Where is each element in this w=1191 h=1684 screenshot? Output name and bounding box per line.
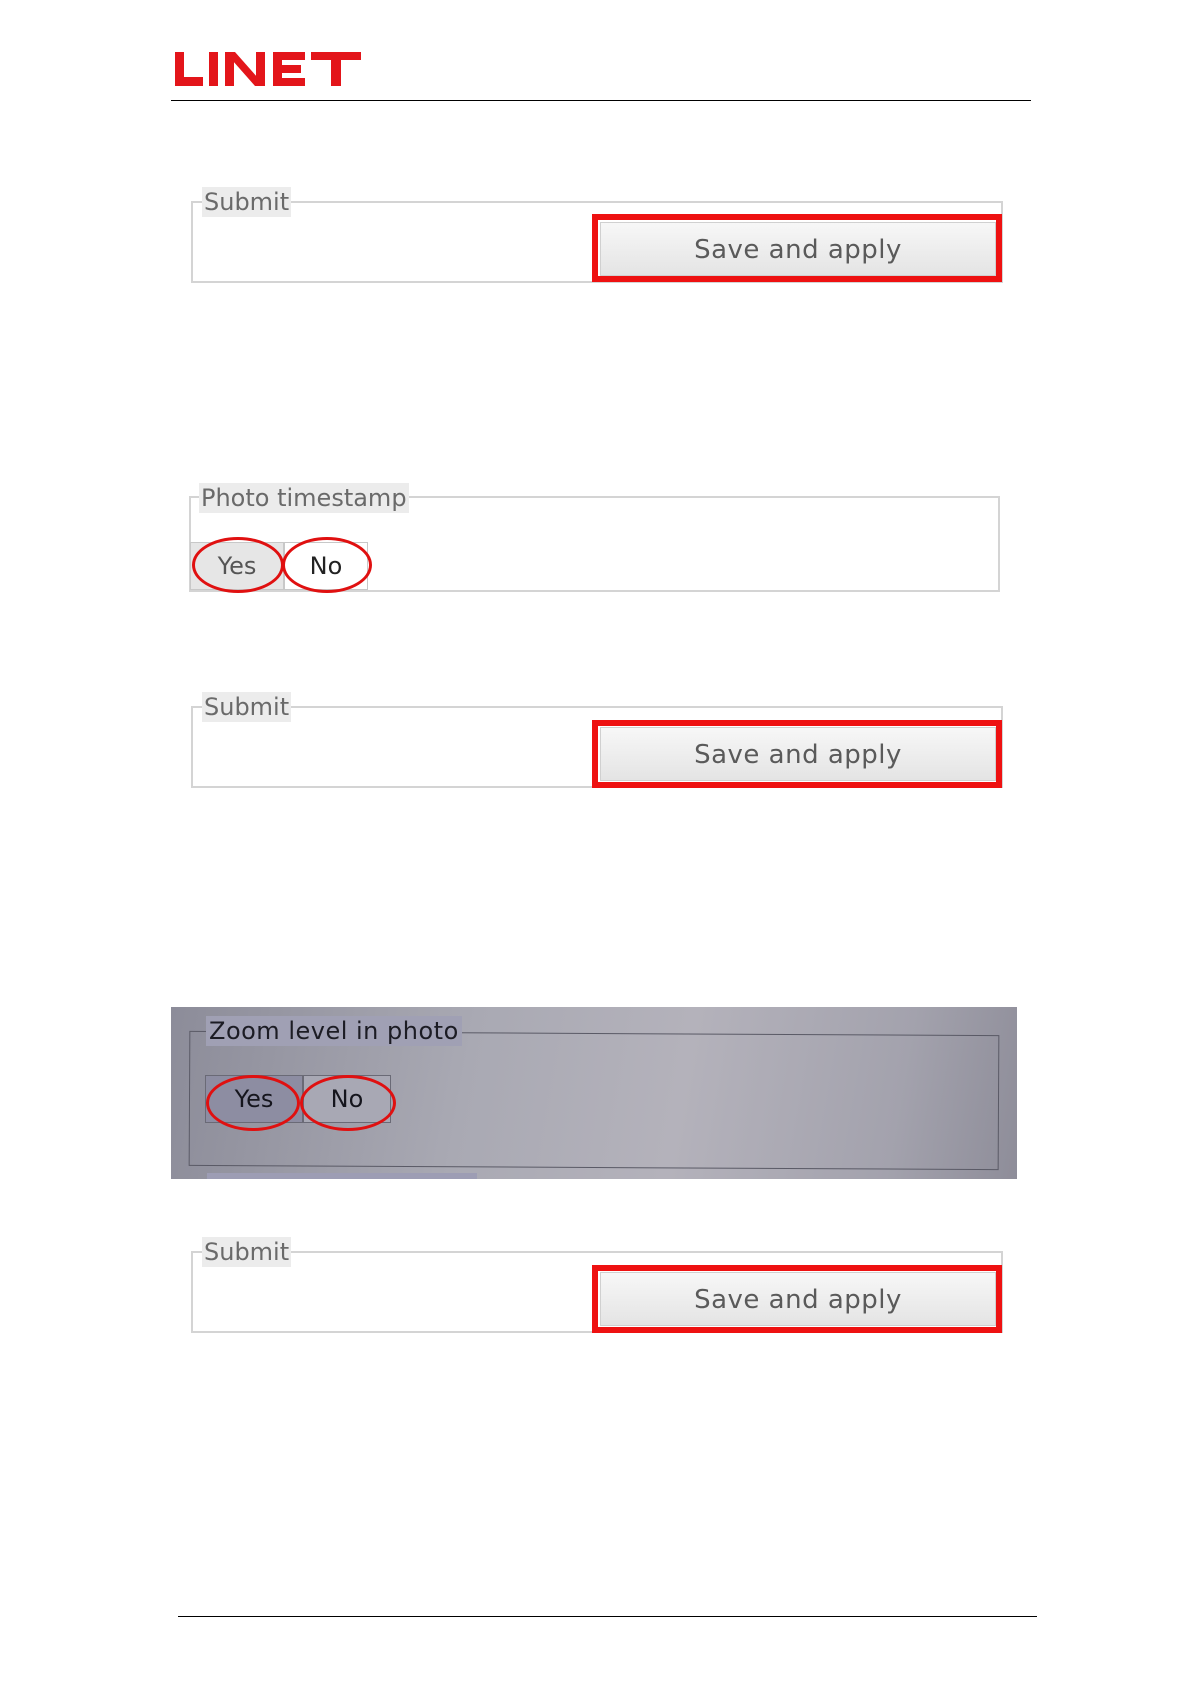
timestamp-yes-option[interactable]: Yes <box>190 542 284 590</box>
partial-element-strip <box>207 1173 477 1179</box>
linet-logo <box>173 48 363 90</box>
timestamp-no-option[interactable]: No <box>284 542 368 590</box>
submit-legend-1: Submit <box>202 187 292 217</box>
zoom-yes-option[interactable]: Yes <box>205 1075 303 1123</box>
photo-timestamp-legend: Photo timestamp <box>199 483 409 513</box>
submit-legend-2: Submit <box>202 692 292 722</box>
save-and-apply-button[interactable]: Save and apply <box>600 222 996 276</box>
zoom-level-screen-photo: Zoom level in photo Yes No <box>171 1007 1017 1179</box>
zoom-no-option[interactable]: No <box>303 1075 391 1123</box>
zoom-level-legend: Zoom level in photo <box>206 1016 462 1046</box>
save-and-apply-button[interactable]: Save and apply <box>600 727 996 781</box>
header-divider <box>171 100 1031 101</box>
footer-divider <box>178 1616 1037 1617</box>
save-and-apply-button[interactable]: Save and apply <box>600 1272 996 1326</box>
submit-legend-3: Submit <box>202 1237 292 1267</box>
